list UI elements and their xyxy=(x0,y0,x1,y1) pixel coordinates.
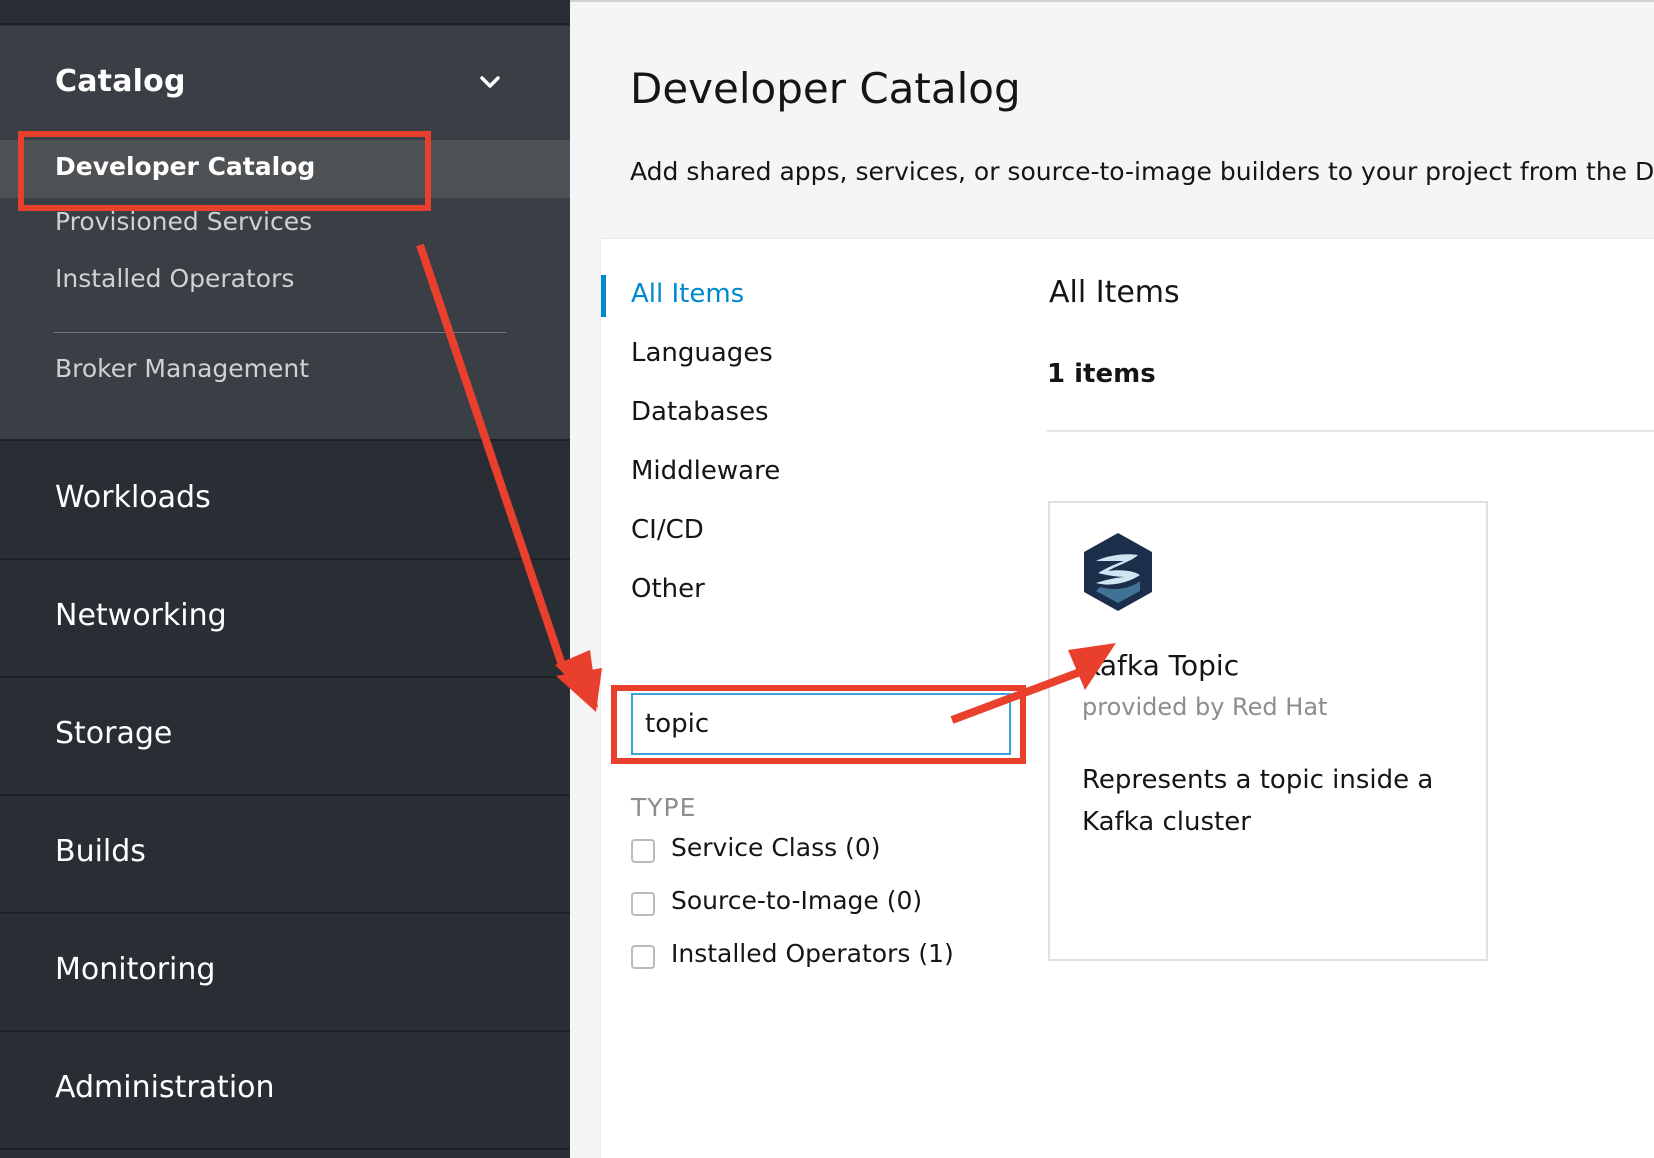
sidebar-item-label: Provisioned Services xyxy=(55,207,313,236)
sidebar-item-networking[interactable]: Networking xyxy=(0,560,570,678)
category-other[interactable]: Other xyxy=(631,574,705,604)
results-count: 1 items xyxy=(1047,359,1156,389)
sidebar-top-edge xyxy=(0,0,570,25)
sidebar-section-label: Builds xyxy=(55,834,146,869)
filter-label: Source-to-Image (0) xyxy=(671,886,923,915)
checkbox[interactable] xyxy=(631,839,655,863)
category-databases[interactable]: Databases xyxy=(631,397,769,427)
results-title: All Items xyxy=(1049,275,1180,310)
catalog-panel: All Items Languages Databases Middleware… xyxy=(600,238,1654,1158)
category-active-indicator xyxy=(601,275,606,317)
kafka-strimzi-icon xyxy=(1084,533,1152,611)
sidebar-item-administration[interactable]: Administration xyxy=(0,1032,570,1150)
sidebar-catalog-title: Catalog xyxy=(55,64,186,99)
filter-label: Service Class (0) xyxy=(671,833,881,862)
tile-description: Represents a topic inside a Kafka cluste… xyxy=(1082,765,1434,837)
tile-provider: provided by Red Hat xyxy=(1082,693,1328,721)
sidebar-item-storage[interactable]: Storage xyxy=(0,678,570,796)
filter-type-heading: TYPE xyxy=(631,793,697,822)
checkbox[interactable] xyxy=(631,945,655,969)
sidebar-section-label: Storage xyxy=(55,716,173,751)
sidebar-item-label: Broker Management xyxy=(55,354,310,383)
filter-search-input[interactable] xyxy=(631,693,1011,755)
category-languages[interactable]: Languages xyxy=(631,338,773,368)
main-content: Developer Catalog Add shared apps, servi… xyxy=(570,0,1654,1158)
screen: Catalog Developer Catalog Provisioned Se… xyxy=(0,0,1654,1158)
category-all-items[interactable]: All Items xyxy=(631,279,744,309)
category-middleware[interactable]: Middleware xyxy=(631,456,780,486)
category-ci-cd[interactable]: CI/CD xyxy=(631,515,704,545)
sidebar-divider xyxy=(54,332,506,333)
developer-catalog-highlight-box xyxy=(18,131,431,211)
sidebar-section-label: Workloads xyxy=(55,480,211,515)
page-title: Developer Catalog xyxy=(630,64,1021,113)
sidebar-catalog-header[interactable]: Catalog xyxy=(0,26,570,141)
sidebar-section-label: Monitoring xyxy=(55,952,216,987)
sidebar-item-installed-operators[interactable]: Installed Operators xyxy=(0,252,570,310)
filter-label: Installed Operators (1) xyxy=(671,939,954,968)
sidebar-item-broker-management[interactable]: Broker Management xyxy=(0,342,570,400)
sidebar-item-workloads[interactable]: Workloads xyxy=(0,442,570,560)
sidebar-section-label: Networking xyxy=(55,598,227,633)
sidebar-section-label: Administration xyxy=(55,1070,275,1105)
sidebar-item-monitoring[interactable]: Monitoring xyxy=(0,914,570,1032)
checkbox[interactable] xyxy=(631,892,655,916)
results-divider xyxy=(1047,430,1654,432)
chevron-down-icon xyxy=(480,76,500,88)
tile-title: Kafka Topic xyxy=(1082,649,1240,682)
sidebar-item-builds[interactable]: Builds xyxy=(0,796,570,914)
page-description: Add shared apps, services, or source-to-… xyxy=(630,157,1654,186)
catalog-tile-kafka-topic[interactable]: Kafka Topic provided by Red Hat Represen… xyxy=(1048,501,1488,961)
sidebar-item-label: Installed Operators xyxy=(55,264,295,293)
